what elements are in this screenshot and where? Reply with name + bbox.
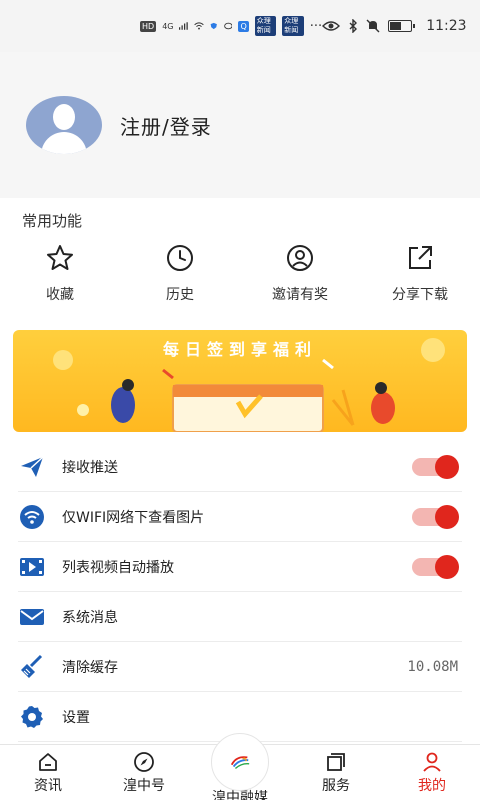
system-messages-label: 系统消息 [62, 610, 118, 626]
clear-cache-label: 清除缓存 [62, 660, 118, 676]
favorites-button[interactable]: 收藏 [0, 242, 120, 304]
app-badge-icon: Q [238, 20, 249, 32]
autoplay-video-row[interactable]: 列表视频自动播放 [0, 542, 480, 592]
tab-news[interactable]: 资讯 [0, 745, 96, 800]
clear-cache-row[interactable]: 清除缓存 10.08M [0, 642, 480, 692]
receive-push-toggle[interactable] [412, 455, 459, 479]
cards-icon [327, 753, 345, 771]
share-download-button[interactable]: 分享下载 [360, 242, 480, 304]
tab-huangzhong-media[interactable]: 湟中融媒 [192, 733, 288, 800]
eye-icon [322, 21, 341, 31]
chat-icon [223, 22, 233, 30]
clock-time: 11:23 [426, 18, 467, 34]
clock-icon [167, 245, 193, 271]
tab-huangzhong-hao[interactable]: 湟中号 [96, 745, 192, 800]
person-icon [423, 752, 441, 772]
signal-icon [179, 22, 189, 30]
tab-services-label: 服务 [322, 778, 350, 794]
logo-icon [211, 733, 269, 791]
send-icon [21, 456, 44, 477]
star-icon [47, 245, 73, 270]
settings-list: 接收推送 仅WIFI网络下查看图片 列表视频自动播放 系统消息 清除缓存 10.… [0, 442, 480, 744]
history-button[interactable]: 历史 [120, 242, 240, 304]
tab-news-label: 资讯 [34, 778, 62, 794]
tab-mine-label: 我的 [418, 778, 446, 794]
receive-push-label: 接收推送 [62, 460, 118, 476]
profile-header[interactable]: 注册/登录 [0, 52, 480, 198]
common-functions-panel: 常用功能 收藏 历史 邀请有奖 分享下载 [0, 198, 480, 318]
more-icon: ··· [309, 18, 323, 34]
history-label: 历史 [166, 287, 194, 303]
tab-mine[interactable]: 我的 [384, 745, 480, 800]
news-badge-1: 众理新闻 [254, 16, 277, 36]
section-title: 常用功能 [22, 212, 83, 230]
broom-icon [21, 654, 43, 678]
invite-reward-button[interactable]: 邀请有奖 [240, 242, 360, 304]
battery-icon [388, 20, 416, 32]
bluetooth-icon [349, 19, 358, 33]
favorites-label: 收藏 [46, 287, 74, 303]
hd-indicator: HD [140, 20, 157, 32]
video-icon [20, 558, 44, 576]
wifi-only-images-row[interactable]: 仅WIFI网络下查看图片 [0, 492, 480, 542]
news-badge-2: 众理新闻 [282, 16, 304, 36]
wifi-only-images-toggle[interactable] [412, 505, 459, 529]
login-register-link[interactable]: 注册/登录 [120, 111, 212, 140]
bottom-tab-bar: 资讯 湟中号 湟中融媒 服务 我的 [0, 733, 480, 800]
cache-size-value: 10.08M [407, 659, 458, 675]
status-bar: HD 4G Q 众理新闻 众理新闻 ··· 11:23 [0, 0, 480, 52]
banner-illustration [53, 338, 445, 432]
shield-icon [210, 22, 218, 30]
network-type: 4G [162, 21, 174, 31]
banner-section: 每日签到享福利 [0, 318, 480, 442]
share-icon [409, 246, 432, 269]
autoplay-video-label: 列表视频自动播放 [62, 560, 174, 576]
tab-services[interactable]: 服务 [288, 745, 384, 800]
gear-icon [21, 706, 43, 728]
share-download-label: 分享下载 [392, 287, 448, 303]
checkin-banner[interactable]: 每日签到享福利 [13, 330, 467, 432]
settings-label: 设置 [62, 710, 90, 726]
wifi-icon [20, 505, 44, 529]
tab-huangzhong-hao-label: 湟中号 [123, 778, 165, 794]
user-circle-icon [287, 245, 313, 271]
mail-icon [20, 609, 44, 625]
home-icon [39, 753, 57, 771]
invite-reward-label: 邀请有奖 [272, 287, 328, 303]
autoplay-video-toggle[interactable] [412, 555, 459, 579]
wifi-only-images-label: 仅WIFI网络下查看图片 [62, 510, 205, 526]
mute-bell-icon [366, 19, 380, 33]
compass-icon [134, 752, 154, 772]
receive-push-row[interactable]: 接收推送 [0, 442, 480, 492]
wifi-status-icon [194, 22, 204, 30]
system-messages-row[interactable]: 系统消息 [0, 592, 480, 642]
avatar[interactable] [26, 96, 102, 154]
